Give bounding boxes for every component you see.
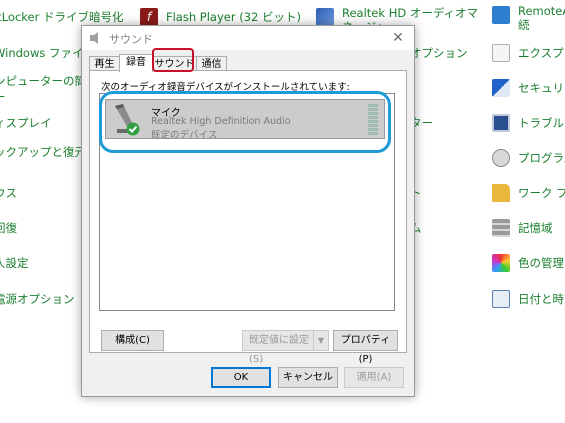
cp-item-options[interactable]: オプション	[410, 42, 468, 64]
realtek-icon	[316, 8, 334, 26]
security-flag-icon	[492, 79, 510, 97]
cp-item-work-folders[interactable]: ワーク フォ	[492, 182, 565, 204]
title-bar[interactable]: サウンド ✕	[82, 26, 414, 50]
flash-icon: f	[140, 8, 158, 26]
cp-item-label: オプション	[410, 46, 468, 60]
programs-icon	[492, 149, 510, 167]
cp-item-label: トラブルシ	[518, 116, 565, 130]
cp-item-security[interactable]: セキュリティ	[492, 77, 565, 99]
cp-item-label: 記憶域	[518, 221, 553, 235]
cp-item-label: プログラム	[518, 151, 565, 165]
datetime-icon	[492, 290, 510, 308]
cp-item-label: 電源オプション	[0, 292, 75, 306]
cp-item-datetime[interactable]: 日付と時刻	[492, 288, 565, 310]
cp-item-display[interactable]: ィスプレイ	[0, 112, 52, 134]
speaker-icon	[90, 32, 98, 44]
troubleshoot-icon	[492, 114, 510, 132]
cp-item-label: RemoteA 続	[518, 4, 565, 32]
cp-item-mouse[interactable]: ウス	[0, 182, 17, 204]
remote-icon	[492, 6, 510, 24]
cp-item-recovery[interactable]: 回復	[0, 217, 17, 239]
properties-button[interactable]: プロパティ(P)	[333, 330, 398, 365]
tab-playback[interactable]: 再生	[89, 56, 120, 71]
storage-icon	[492, 219, 510, 237]
ok-button[interactable]: OK	[211, 367, 271, 388]
dialog-title: サウンド	[109, 33, 153, 46]
cp-item-power[interactable]: 電源オプション	[0, 288, 75, 310]
cp-item-programs[interactable]: プログラム	[492, 147, 565, 169]
cp-item-label: エクスプロ	[518, 46, 565, 60]
cp-item-label: 日付と時刻	[518, 292, 565, 306]
tab-communications[interactable]: 通信	[196, 56, 227, 71]
cp-item-label: 回復	[0, 221, 17, 235]
work-folders-icon	[492, 184, 510, 202]
cp-item-storage[interactable]: 記憶域	[492, 217, 553, 239]
cp-item-remoteapp[interactable]: RemoteA 続	[492, 4, 565, 34]
cancel-button[interactable]: キャンセル	[278, 367, 338, 388]
set-default-button[interactable]: 既定値に設定(S) ▼	[242, 330, 329, 365]
sound-dialog: サウンド ✕ 再生 録音 サウンド 通信 次のオーディオ録音デバイスがインストー…	[81, 25, 415, 397]
cp-item-label: 人設定	[0, 256, 29, 270]
cp-item-personalization[interactable]: 人設定	[0, 252, 29, 274]
cp-item-label: ワーク フォ	[518, 186, 565, 200]
set-default-label: 既定値に設定(S)	[249, 335, 309, 365]
close-button[interactable]: ✕	[388, 28, 408, 48]
explorer-icon	[492, 44, 510, 62]
configure-button[interactable]: 構成(C)	[101, 330, 164, 351]
cp-item-explorer[interactable]: エクスプロ	[492, 42, 565, 64]
cp-item-accessibility-cont: ー	[0, 86, 6, 108]
cp-item-label: ウス	[0, 186, 17, 200]
cp-item-color-management[interactable]: 色の管理	[492, 252, 564, 274]
highlight-sounds-tab	[152, 48, 194, 72]
tab-recording[interactable]: 録音	[119, 54, 153, 72]
apply-button[interactable]: 適用(A)	[344, 367, 404, 388]
cp-item-troubleshoot[interactable]: トラブルシ	[492, 112, 565, 134]
cp-item-label: セキュリティ	[518, 81, 565, 95]
close-icon: ✕	[392, 30, 404, 46]
highlight-microphone-device	[99, 91, 391, 153]
cp-item-label: 色の管理	[518, 256, 564, 270]
color-management-icon	[492, 254, 510, 272]
cp-item-label: itLocker ドライブ暗号化	[0, 10, 124, 24]
cp-item-label: ィスプレイ	[0, 116, 52, 130]
cp-item-label: ー	[0, 89, 6, 105]
cp-item-label: Flash Player (32 ビット)	[166, 10, 301, 24]
chevron-down-icon: ▼	[313, 331, 328, 350]
